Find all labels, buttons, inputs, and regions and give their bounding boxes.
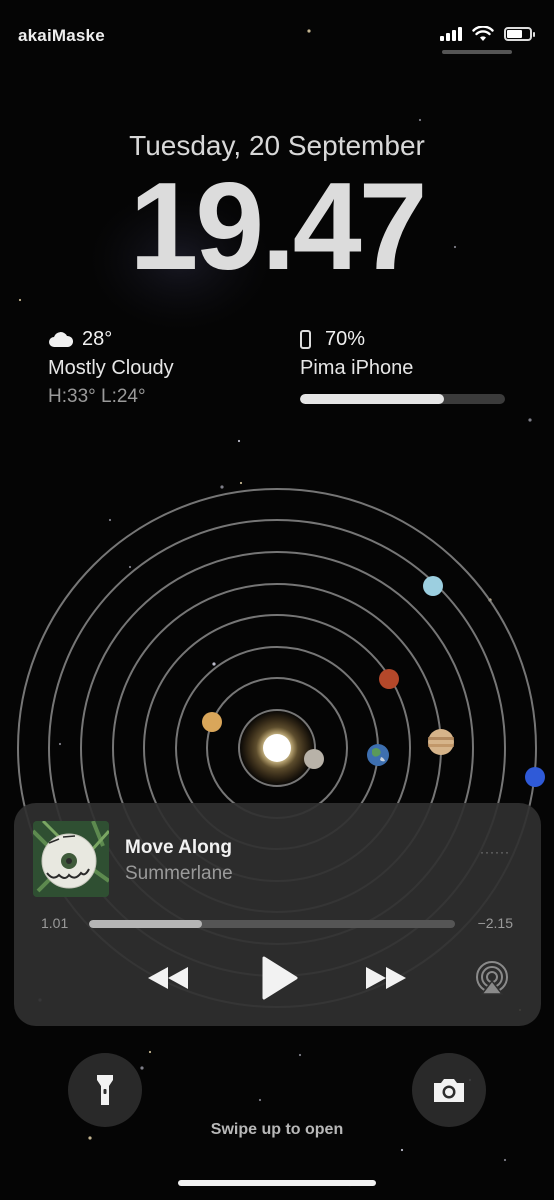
home-indicator[interactable] xyxy=(178,1180,376,1186)
battery-percent: 70% xyxy=(325,328,366,350)
planet-mercury xyxy=(304,749,324,769)
battery-widget[interactable]: 70% Pima iPhone xyxy=(300,328,505,404)
weather-widget[interactable]: 28° Mostly Cloudy H:33° L:24° xyxy=(48,328,174,408)
now-playing-widget[interactable]: Move Along Summerlane ······ 1.01 −2.15 xyxy=(14,803,541,1026)
flashlight-icon xyxy=(97,1075,113,1105)
flashlight-button[interactable] xyxy=(68,1053,142,1127)
more-options-icon[interactable]: ······ xyxy=(480,845,510,859)
battery-level-bar xyxy=(300,394,505,404)
swipe-up-hint: Swipe up to open xyxy=(210,1121,344,1138)
battery-icon xyxy=(504,27,535,41)
play-icon[interactable] xyxy=(260,955,300,1001)
weather-high-low: H:33° L:24° xyxy=(48,386,146,407)
lock-screen-time[interactable]: 19.47 xyxy=(0,162,554,292)
remaining-time: −2.15 xyxy=(477,915,513,931)
weather-condition: Mostly Cloudy xyxy=(48,357,174,379)
song-title: Move Along xyxy=(125,837,232,858)
camera-button[interactable] xyxy=(412,1053,486,1127)
airplay-icon[interactable] xyxy=(474,961,510,995)
planet-mars xyxy=(379,669,399,689)
status-bar: akaiMaske xyxy=(0,0,554,60)
album-art[interactable] xyxy=(33,821,109,897)
iphone-icon xyxy=(300,330,311,349)
planet-venus xyxy=(202,712,222,732)
camera-icon xyxy=(434,1079,464,1102)
elapsed-time: 1.01 xyxy=(41,915,69,931)
weather-temperature: 28° xyxy=(82,328,113,350)
carrier-label: akaiMaske xyxy=(18,26,105,45)
battery-level-fill xyxy=(300,394,444,404)
cellular-signal-icon xyxy=(440,27,462,41)
planet-uranus xyxy=(423,576,443,596)
song-artist: Summerlane xyxy=(125,863,233,884)
rewind-icon[interactable] xyxy=(144,963,192,993)
fast-forward-icon[interactable] xyxy=(362,963,410,993)
planet-earth xyxy=(367,744,389,766)
wifi-icon xyxy=(472,26,494,41)
planet-jupiter xyxy=(428,729,454,755)
planet-neptune xyxy=(525,767,545,787)
playback-scrubber[interactable] xyxy=(89,920,455,928)
sun-core xyxy=(263,734,291,762)
status-bar-grabber xyxy=(442,50,512,54)
cloud-icon xyxy=(49,332,74,347)
status-icons xyxy=(440,24,535,44)
playback-progress-fill xyxy=(89,920,203,928)
battery-device-name: Pima iPhone xyxy=(300,357,414,379)
